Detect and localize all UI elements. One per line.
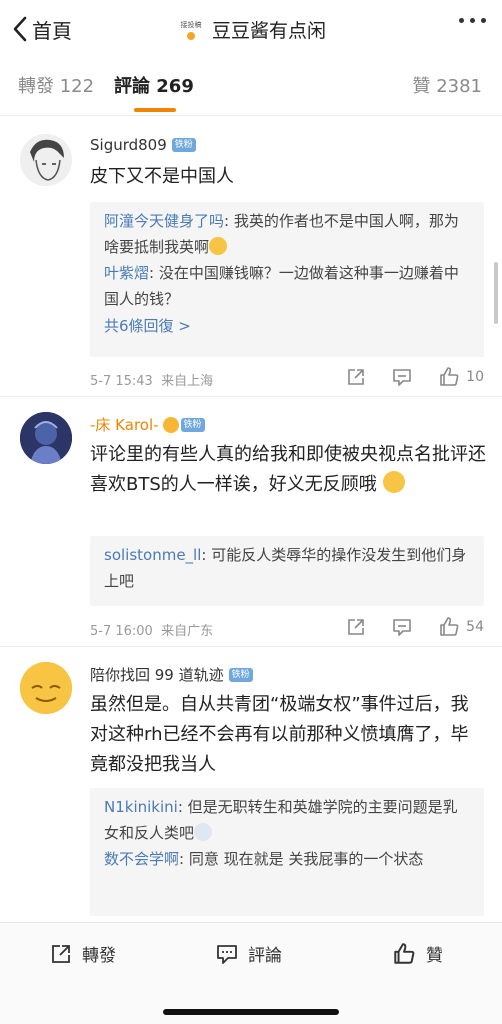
comment-text-content: 评论里的有些人真的给我和即使被央视点名批评还喜欢BTS的人一样诶，好义无反顾哦 <box>90 444 486 495</box>
bottom-action-bar: 轉發 評論 贊 <box>0 922 502 1024</box>
tab-reposts[interactable]: 轉發 122 <box>18 72 94 98</box>
replies-box[interactable]: solistonme_ll: 可能反人类辱华的操作没发生到他们身上吧 <box>90 536 484 606</box>
comment-location: 来自广东 <box>161 624 214 639</box>
like-button[interactable]: 贊 <box>392 941 443 966</box>
comment-button[interactable]: 評論 <box>216 941 282 966</box>
comment-icon <box>393 369 411 386</box>
emoji-icon <box>194 823 213 841</box>
avatar-image <box>20 134 72 186</box>
reply-item: 数不会学啊: 同意 现在就是 关我屁事的一个状态 <box>104 846 470 872</box>
reply-username[interactable]: 数不会学啊 <box>104 850 179 868</box>
share-icon <box>348 619 364 635</box>
replies-box[interactable]: 阿潼今天健身了吗: 我英的作者也不是中国人啊，那为啥要抵制我英啊 叶紫熠: 没在… <box>90 202 484 357</box>
emoji-icon <box>382 471 405 493</box>
avatar[interactable] <box>20 412 72 464</box>
fan-badge: 铁粉 <box>180 417 205 432</box>
replies-box[interactable]: N1kinikini: 但是无职转生和英雄学院的主要问题是乳女和反人类吧 数不会… <box>90 788 484 916</box>
like-count: 54 <box>466 619 484 635</box>
avatar[interactable] <box>20 134 72 186</box>
share-icon <box>348 369 364 385</box>
scrollbar[interactable] <box>494 262 498 324</box>
like-label: 贊 <box>426 946 443 966</box>
like-button[interactable]: 54 <box>438 616 484 638</box>
reply-item: 阿潼今天健身了吗: 我英的作者也不是中国人啊，那为啥要抵制我英啊 <box>104 208 470 260</box>
comment-location: 来自上海 <box>161 374 214 389</box>
more-options-icon[interactable] <box>459 18 486 23</box>
emoji-icon <box>209 237 228 255</box>
repost-button[interactable]: 轉發 <box>50 941 116 966</box>
share-icon <box>52 944 70 963</box>
reply-button[interactable] <box>392 617 412 637</box>
username[interactable]: Sigurd809 <box>90 136 167 154</box>
comment-text: 评论里的有些人真的给我和即使被央视点名批评还喜欢BTS的人一样诶，好义无反顾哦 <box>90 440 486 500</box>
avatar-image <box>20 662 72 714</box>
reply-text: : 没在中国赚钱嘛？一边做着这种事一边赚着中国人的钱？ <box>104 264 459 308</box>
avatar-image <box>20 412 72 464</box>
thumbs-up-icon <box>440 617 459 636</box>
reply-item: 叶紫熠: 没在中国赚钱嘛？一边做着这种事一边赚着中国人的钱？ <box>104 260 470 312</box>
fan-level-icon <box>162 416 179 433</box>
comment-text: 皮下又不是中国人 <box>90 166 234 187</box>
username[interactable]: 陪你找回 99 道轨迹 <box>90 664 224 685</box>
share-button[interactable] <box>346 367 366 387</box>
verified-icon <box>185 31 196 41</box>
comment-label: 評論 <box>248 946 282 966</box>
reply-username[interactable]: 阿潼今天健身了吗 <box>104 212 224 230</box>
top-navigation-bar: 首頁 接投稿 豆豆酱有点闲 <box>0 0 502 58</box>
reply-text: : 同意 现在就是 关我屁事的一个状态 <box>179 850 424 868</box>
reply-button[interactable] <box>392 367 412 387</box>
fan-badge: 铁粉 <box>228 667 253 682</box>
comment-time: 5-7 16:00 <box>90 624 153 639</box>
page-title[interactable]: 豆豆酱有点闲 <box>212 16 326 43</box>
reply-username[interactable]: N1kinikini <box>104 798 178 816</box>
home-indicator[interactable] <box>163 1009 339 1015</box>
thumbs-up-icon <box>394 942 415 964</box>
tab-comments[interactable]: 評論 269 <box>114 72 194 98</box>
thumbs-up-icon <box>440 367 459 386</box>
active-tab-indicator <box>134 108 176 112</box>
repost-label: 轉發 <box>82 946 116 966</box>
like-button[interactable]: 10 <box>438 366 484 388</box>
avatar-text: 接投稿 <box>180 21 202 29</box>
share-button[interactable] <box>346 617 366 637</box>
more-replies-link[interactable]: 共6條回復 > <box>104 312 470 340</box>
comment-text: 虽然但是。自从共青团“极端女权”事件过后，我对这种rh已经不会再有以前那种义愤填… <box>90 694 469 775</box>
avatar[interactable] <box>20 662 72 714</box>
reply-item: N1kinikini: 但是无职转生和英雄学院的主要问题是乳女和反人类吧 <box>104 794 470 846</box>
divider <box>0 396 502 397</box>
reply-username[interactable]: solistonme_ll <box>104 546 201 564</box>
comment-icon <box>217 944 237 964</box>
fan-badge: 铁粉 <box>171 138 196 152</box>
tab-likes[interactable]: 贊 2381 <box>412 72 482 98</box>
like-count: 10 <box>466 369 484 385</box>
username[interactable]: -床 Karol- <box>90 414 159 435</box>
comment-time: 5-7 15:43 <box>90 374 153 389</box>
reply-username[interactable]: 叶紫熠 <box>104 264 149 282</box>
tab-bar: 轉發 122 評論 269 贊 2381 <box>0 58 502 116</box>
divider <box>0 646 502 647</box>
reply-item: solistonme_ll: 可能反人类辱华的操作没发生到他们身上吧 <box>104 542 470 594</box>
author-avatar[interactable]: 接投稿 <box>176 14 206 44</box>
comment-icon <box>393 619 411 636</box>
